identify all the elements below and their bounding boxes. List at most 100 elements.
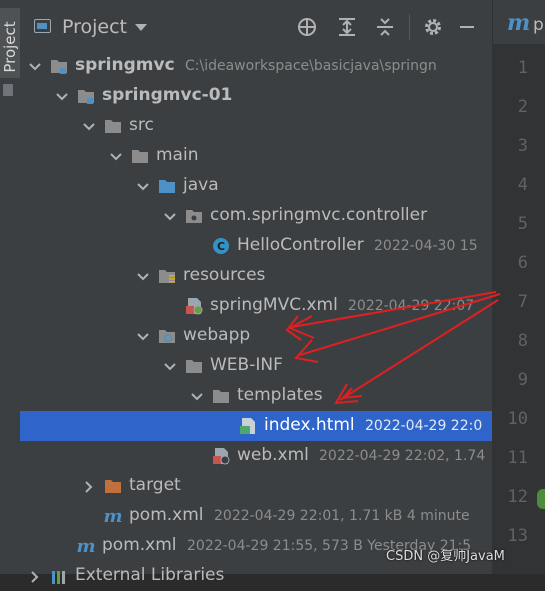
- tree-item-meta: 2022-04-29 22:02, 1.74: [319, 448, 486, 464]
- tree-row[interactable]: resources: [20, 261, 492, 291]
- tree-item-label: templates: [237, 385, 323, 405]
- tree-item-label: web.xml: [237, 445, 309, 465]
- libraries-icon: [50, 567, 68, 585]
- project-view-title[interactable]: Project: [62, 16, 127, 38]
- line-number: 10: [507, 409, 528, 429]
- chevron-down-icon[interactable]: [163, 209, 177, 223]
- tool-window-strip: Project: [0, 0, 21, 574]
- tree-row[interactable]: src: [20, 111, 492, 141]
- tree-item-meta: 2022-04-29 22:0: [365, 418, 483, 434]
- line-number: 8: [517, 331, 528, 351]
- chevron-down-icon[interactable]: [163, 359, 177, 373]
- tree-item-label: pom.xml: [102, 535, 177, 555]
- project-tool-tab[interactable]: Project: [0, 8, 20, 78]
- line-number: 3: [517, 136, 528, 156]
- tree-item-label: springMVC.xml: [210, 295, 338, 315]
- line-number: 12: [507, 487, 528, 507]
- spring-xml-icon: [185, 297, 203, 315]
- gutter-marker-icon[interactable]: [537, 489, 545, 509]
- tree-item-label: main: [156, 145, 199, 165]
- tree-row[interactable]: springmvc-01: [20, 81, 492, 111]
- chevron-down-icon[interactable]: [82, 119, 96, 133]
- tree-item-label: webapp: [183, 325, 251, 345]
- editor-tab[interactable]: m p: [492, 0, 545, 44]
- line-number: 7: [517, 292, 528, 312]
- tree-row[interactable]: WEB-INF: [20, 351, 492, 381]
- folder-icon: [185, 357, 203, 375]
- chevron-down-icon[interactable]: [55, 89, 69, 103]
- tree-row[interactable]: springmvc C:\ideaworkspace\basicjava\spri…: [20, 51, 492, 81]
- tree-row[interactable]: web.xml 2022-04-29 22:02, 1.74: [20, 441, 492, 471]
- chevron-down-icon[interactable]: [136, 329, 150, 343]
- chevron-down-icon[interactable]: [190, 389, 204, 403]
- structure-tool-icon[interactable]: [3, 84, 13, 96]
- tree-row[interactable]: java: [20, 171, 492, 201]
- module-folder-icon: [77, 87, 95, 105]
- tree-item-meta: 2022-04-29 22:01, 1.71 kB 4 minute: [214, 508, 470, 524]
- chevron-down-icon[interactable]: [109, 149, 123, 163]
- tree-row[interactable]: com.springmvc.controller: [20, 201, 492, 231]
- resources-folder-icon: [158, 267, 176, 285]
- svg-text:C: C: [217, 240, 225, 253]
- folder-icon: [104, 117, 122, 135]
- tree-item-label: java: [183, 175, 219, 195]
- tree-row[interactable]: springMVC.xml 2022-04-29 22:07: [20, 291, 492, 321]
- line-number: 9: [517, 370, 528, 390]
- tree-item-label: src: [129, 115, 154, 135]
- gear-icon[interactable]: [422, 16, 444, 38]
- tree-item-label: index.html: [264, 415, 355, 435]
- tree-row[interactable]: templates: [20, 381, 492, 411]
- java-class-icon: C: [212, 237, 230, 255]
- chevron-right-icon[interactable]: [82, 479, 96, 493]
- tree-item-meta: 2022-04-29 22:07: [348, 298, 475, 314]
- expand-all-icon[interactable]: [336, 16, 358, 38]
- tree-item-label: springmvc: [75, 55, 175, 75]
- watermark: CSDN @复帅JavaM: [386, 549, 505, 564]
- chevron-down-icon[interactable]: [28, 59, 42, 73]
- svg-text:m: m: [104, 507, 122, 525]
- tree-item-label: WEB-INF: [210, 355, 283, 375]
- tree-item-label: target: [129, 475, 181, 495]
- line-number: 11: [507, 448, 528, 468]
- tree-row-selected[interactable]: index.html 2022-04-29 22:0: [20, 411, 492, 441]
- folder-icon: [131, 147, 149, 165]
- tree-row[interactable]: target: [20, 471, 492, 501]
- source-folder-icon: [158, 177, 176, 195]
- tree-item-label: pom.xml: [129, 505, 204, 525]
- line-number: 6: [517, 253, 528, 273]
- editor-area: m p 1 2 3 4 5 6 7 8 9 10 11 12 13: [492, 0, 545, 574]
- module-folder-icon: [50, 57, 68, 75]
- svg-text:m: m: [77, 537, 95, 555]
- line-number: 2: [517, 97, 528, 117]
- maven-icon: m: [507, 10, 531, 36]
- tree-row[interactable]: webapp: [20, 321, 492, 351]
- tree-row[interactable]: main: [20, 141, 492, 171]
- web-xml-icon: [212, 447, 230, 465]
- collapse-all-icon[interactable]: [374, 16, 396, 38]
- chevron-right-icon[interactable]: [28, 569, 42, 583]
- line-number: 1: [517, 58, 528, 78]
- html-file-icon: [239, 417, 257, 435]
- chevron-down-icon[interactable]: [136, 269, 150, 283]
- tree-item-label: External Libraries: [75, 565, 225, 585]
- locate-file-icon[interactable]: [296, 16, 318, 38]
- tree-item-meta: 2022-04-30 15: [374, 238, 478, 254]
- excluded-folder-icon: [104, 477, 122, 495]
- tree-row[interactable]: m pom.xml 2022-04-29 22:01, 1.71 kB 4 minu…: [20, 501, 492, 531]
- maven-icon: m: [76, 536, 95, 557]
- chevron-down-icon[interactable]: [136, 179, 150, 193]
- maven-icon: m: [103, 506, 122, 527]
- editor-tab-label: p: [533, 15, 544, 35]
- web-folder-icon: [158, 327, 176, 345]
- minimize-icon[interactable]: [456, 16, 478, 38]
- tree-item-label: resources: [183, 265, 266, 285]
- toolbar-divider: [409, 14, 410, 40]
- tree-row[interactable]: External Libraries: [20, 561, 492, 591]
- tree-row[interactable]: C HelloController 2022-04-30 15: [20, 231, 492, 261]
- view-dropdown-icon[interactable]: [135, 24, 147, 31]
- project-panel: Project springmvc C:\ideaworkspace\basic…: [20, 0, 492, 585]
- line-number: 5: [517, 214, 528, 234]
- project-tool-tab-label: Project: [1, 21, 19, 73]
- folder-icon: [212, 387, 230, 405]
- line-number-gutter: 1 2 3 4 5 6 7 8 9 10 11 12 13: [492, 44, 545, 574]
